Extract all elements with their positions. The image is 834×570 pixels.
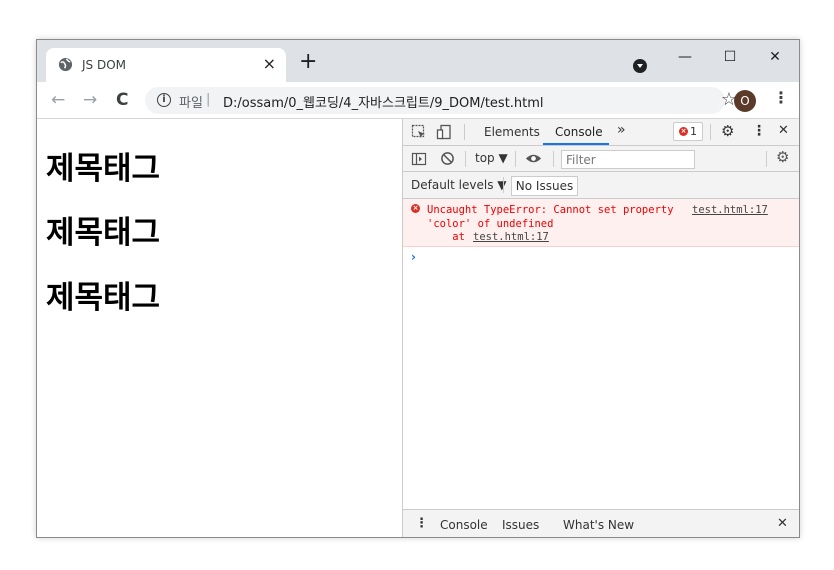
browser-menu-icon[interactable]: ⋮	[773, 88, 789, 107]
error-icon: ×	[411, 204, 420, 213]
tab-console[interactable]: Console	[555, 125, 603, 139]
default-levels-dropdown[interactable]: Default levels ▼	[411, 178, 507, 192]
browser-toolbar: ← → C i 파일 | D:/ossam/0_웹코딩/4_자바스크립트/9_D…	[37, 82, 799, 119]
browser-tab[interactable]: JS DOM ×	[46, 48, 286, 82]
devtools-menu-icon[interactable]: ⋮	[752, 123, 766, 139]
tab-close-icon[interactable]: ×	[263, 54, 276, 73]
devtools-tab-bar: Elements Console » × 1 ⚙ ⋮ ✕	[403, 119, 799, 146]
drawer-close-icon[interactable]: ✕	[777, 516, 788, 531]
forward-button[interactable]: →	[83, 90, 97, 110]
browser-window: JS DOM × + — ☐ ✕ ← → C i 파일 | D:/ossam/0…	[36, 39, 800, 538]
console-prompt[interactable]: ›	[411, 250, 416, 264]
tab-elements[interactable]: Elements	[484, 125, 540, 139]
console-toolbar: top ▼ Filter ⚙	[403, 146, 799, 172]
console-error-message: × Uncaught TypeError: Cannot set propert…	[403, 199, 799, 247]
error-count: 1	[690, 125, 697, 138]
toolbar-divider	[465, 151, 466, 167]
no-issues-button[interactable]: No Issues	[511, 176, 578, 196]
tab-strip: JS DOM × + — ☐ ✕	[37, 40, 799, 82]
reload-button[interactable]: C	[116, 90, 128, 110]
devtools-drawer: ⋮ Console Issues What's New ✕	[403, 509, 799, 538]
toolbar-divider	[515, 151, 516, 167]
toolbar-divider	[766, 151, 767, 167]
error-count-badge[interactable]: × 1	[673, 122, 703, 141]
profile-avatar[interactable]: O	[734, 90, 756, 112]
new-tab-button[interactable]: +	[299, 51, 317, 73]
drawer-menu-icon[interactable]: ⋮	[415, 516, 428, 531]
toolbar-divider	[553, 151, 554, 167]
maximize-button[interactable]: ☐	[708, 44, 752, 70]
devtools-panel: Elements Console » × 1 ⚙ ⋮ ✕ top ▼ Filte…	[402, 119, 799, 538]
console-filter-input[interactable]: Filter	[561, 150, 695, 169]
scheme-label: 파일	[179, 96, 203, 111]
site-info-icon[interactable]: i	[157, 93, 171, 107]
drawer-tab-whats-new[interactable]: What's New	[563, 518, 634, 532]
toolbar-divider	[464, 124, 465, 140]
address-bar[interactable]: i 파일 | D:/ossam/0_웹코딩/4_자바스크립트/9_DOM/tes…	[145, 87, 737, 114]
error-text-line2: 'color' of undefined	[427, 218, 554, 230]
drawer-tab-issues[interactable]: Issues	[502, 518, 539, 532]
heading-1: 제목태그	[46, 151, 161, 187]
close-devtools-icon[interactable]: ✕	[778, 123, 789, 138]
context-selector[interactable]: top ▼	[475, 151, 508, 165]
log-levels-bar: Default levels ▼ No Issues	[403, 172, 799, 199]
drawer-active-indicator	[431, 537, 493, 538]
toolbar-divider	[710, 124, 711, 140]
error-text-line1: Uncaught TypeError: Cannot set property	[427, 204, 674, 216]
toolbar-divider	[503, 177, 504, 193]
page-content: 제목태그 제목태그 제목태그	[37, 119, 402, 537]
tab-search-icon[interactable]	[633, 59, 647, 73]
device-toolbar-icon[interactable]	[436, 124, 452, 140]
scheme-separator: |	[206, 92, 211, 107]
clear-console-icon[interactable]	[440, 151, 455, 166]
drawer-tab-console[interactable]: Console	[440, 518, 488, 532]
url-text[interactable]: D:/ossam/0_웹코딩/4_자바스크립트/9_DOM/test.html	[223, 92, 544, 111]
settings-gear-icon[interactable]: ⚙	[721, 122, 734, 140]
heading-3: 제목태그	[46, 280, 161, 316]
error-icon: ×	[679, 127, 688, 136]
minimize-button[interactable]: —	[663, 44, 707, 70]
globe-icon	[58, 57, 73, 72]
sidebar-toggle-icon[interactable]	[411, 151, 427, 167]
back-button[interactable]: ←	[51, 90, 65, 110]
active-tab-indicator	[543, 143, 609, 145]
heading-2: 제목태그	[46, 215, 161, 251]
live-expression-eye-icon[interactable]	[525, 152, 542, 165]
stack-trace-link[interactable]: test.html:17	[473, 231, 549, 243]
stack-at-label: at	[427, 231, 472, 243]
console-settings-gear-icon[interactable]: ⚙	[776, 148, 789, 166]
close-window-button[interactable]: ✕	[753, 44, 797, 70]
more-tabs-icon[interactable]: »	[617, 122, 626, 138]
tab-title: JS DOM	[82, 58, 127, 72]
inspect-element-icon[interactable]	[411, 124, 427, 140]
error-source-link[interactable]: test.html:17	[692, 204, 768, 216]
